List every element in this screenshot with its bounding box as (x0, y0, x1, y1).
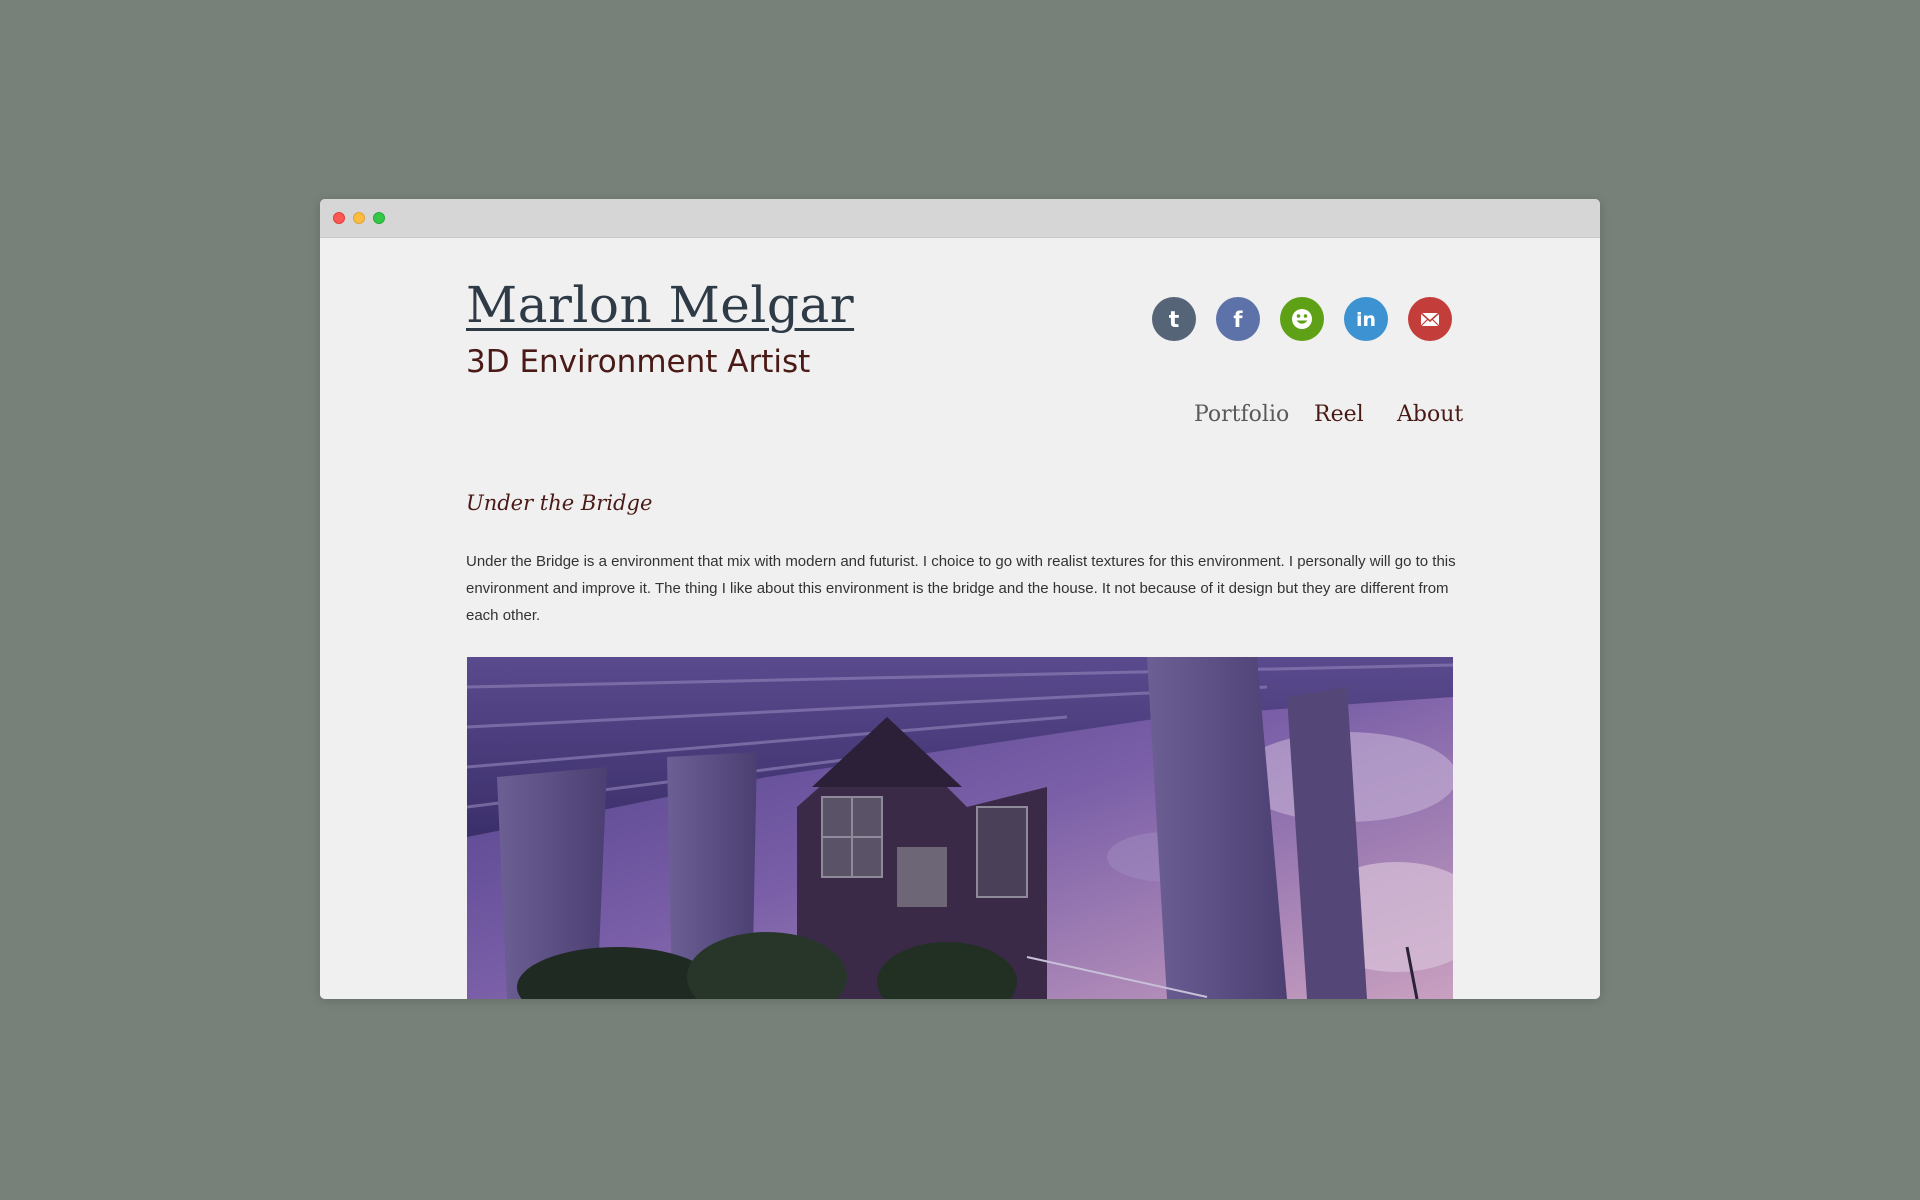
svg-text:in: in (1356, 309, 1376, 331)
email-link[interactable] (1408, 297, 1452, 341)
window-titlebar[interactable] (320, 199, 1600, 238)
post-description: Under the Bridge is a environment that m… (466, 553, 1456, 624)
tumblr-icon: t (1169, 308, 1180, 333)
site-subtitle: 3D Environment Artist (466, 344, 811, 380)
facebook-link[interactable]: f (1216, 297, 1260, 341)
nav-about[interactable]: About (1397, 404, 1463, 426)
linkedin-link[interactable]: in (1344, 297, 1388, 341)
maximize-window-button[interactable] (373, 212, 385, 224)
tumblr-link[interactable]: t (1152, 297, 1196, 341)
page-content: Marlon Melgar 3D Environment Artist t f … (320, 238, 1600, 999)
site-title-link[interactable]: Marlon Melgar (466, 280, 854, 330)
browser-window: Marlon Melgar 3D Environment Artist t f … (320, 199, 1600, 999)
svg-text:t: t (1169, 308, 1180, 333)
minimize-window-button[interactable] (353, 212, 365, 224)
smiley-link[interactable] (1280, 297, 1324, 341)
linkedin-icon: in (1356, 309, 1376, 331)
smiley-icon (1292, 309, 1312, 329)
nav-reel[interactable]: Reel (1314, 404, 1364, 426)
svg-text:f: f (1233, 308, 1243, 332)
post-title: Under the Bridge (466, 491, 653, 515)
facebook-icon: f (1233, 308, 1243, 332)
nav-portfolio[interactable]: Portfolio (1194, 404, 1289, 426)
hero-image (467, 657, 1453, 999)
close-window-button[interactable] (333, 212, 345, 224)
email-icon (1420, 312, 1440, 327)
